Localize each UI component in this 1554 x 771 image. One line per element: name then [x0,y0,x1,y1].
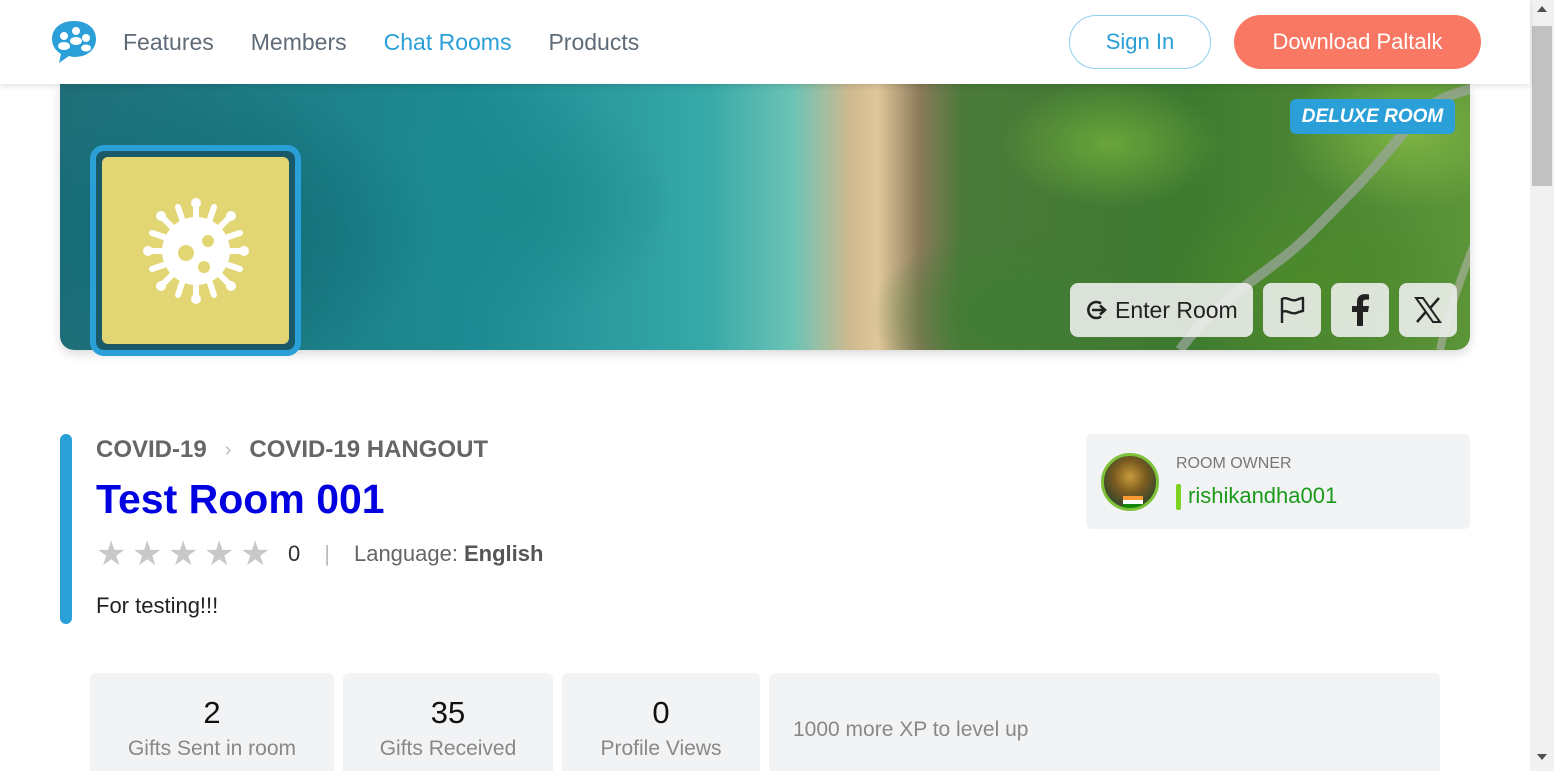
deluxe-room-badge: DELUXE ROOM [1290,99,1455,134]
main-nav: Features Members Chat Rooms Products [123,0,639,84]
stat-gifts-sent: 2 Gifts Sent in room [90,673,334,771]
language-label: Language: [353,541,458,566]
enter-room-label: Enter Room [1115,296,1238,323]
nav-features[interactable]: Features [123,29,214,56]
chevron-right-icon: › [224,438,232,461]
room-avatar [90,145,301,356]
stat-label: Gifts Received [379,737,517,760]
breadcrumb-category[interactable]: COVID-19 [96,436,207,464]
stat-value: 0 [652,695,670,730]
room-title: Test Room 001 [96,476,385,522]
nav-chat-rooms[interactable]: Chat Rooms [384,29,512,56]
facebook-icon [1351,294,1369,326]
stat-label: Profile Views [600,737,722,760]
xp-progress-box: 1000 more XP to level up [769,673,1440,771]
nav-products[interactable]: Products [548,29,639,56]
download-paltalk-button[interactable]: Download Paltalk [1234,15,1481,69]
nav-members[interactable]: Members [251,29,347,56]
rating-row: ★ ★ ★ ★ ★ 0 | Language: English [96,537,544,571]
x-share-button[interactable] [1398,283,1457,337]
scroll-down-arrow-icon[interactable] [1537,754,1547,760]
enter-arrow-icon [1087,300,1107,320]
scroll-thumb[interactable] [1532,26,1552,186]
x-icon [1413,297,1442,323]
xp-text: 1000 more XP to level up [793,718,1029,741]
stat-profile-views: 0 Profile Views [562,673,760,771]
breadcrumb-subcategory[interactable]: COVID-19 HANGOUT [249,436,488,464]
india-flag-icon [1123,496,1143,508]
banner-actions: Enter Room [1070,283,1457,337]
breadcrumb: COVID-19 › COVID-19 HANGOUT [96,436,488,464]
star-icon[interactable]: ★ [132,537,168,571]
room-info-accent-bar [60,434,72,624]
room-avatar-tile [102,157,289,344]
site-header: Features Members Chat Rooms Products Sig… [0,0,1530,84]
sign-in-button[interactable]: Sign In [1069,15,1211,69]
virus-icon [142,197,249,304]
rating-divider: | [324,541,330,566]
star-icon[interactable]: ★ [168,537,204,571]
owner-status-bar [1176,484,1181,510]
stat-value: 35 [430,695,466,730]
language-value: English [463,541,544,566]
owner-name-link[interactable]: rishikandha001 [1188,483,1337,509]
room-owner-card: ROOM OWNER rishikandha001 [1086,434,1470,529]
stat-gifts-received: 35 Gifts Received [343,673,553,771]
report-flag-button[interactable] [1262,283,1321,337]
paltalk-logo-icon[interactable] [50,18,98,64]
star-icon[interactable]: ★ [96,537,132,571]
star-icon[interactable]: ★ [204,537,240,571]
room-description: For testing!!! [96,593,219,618]
scroll-up-arrow-icon[interactable] [1537,6,1547,12]
star-icon[interactable]: ★ [240,537,276,571]
room-owner-label: ROOM OWNER [1176,455,1292,472]
stat-label: Gifts Sent in room [127,737,297,760]
owner-avatar[interactable] [1101,453,1159,511]
page-scrollbar[interactable] [1530,0,1554,771]
facebook-share-button[interactable] [1330,283,1389,337]
stat-value: 2 [203,695,221,730]
flag-icon [1280,296,1304,323]
rating-count: 0 [288,541,301,566]
enter-room-button[interactable]: Enter Room [1070,283,1253,337]
